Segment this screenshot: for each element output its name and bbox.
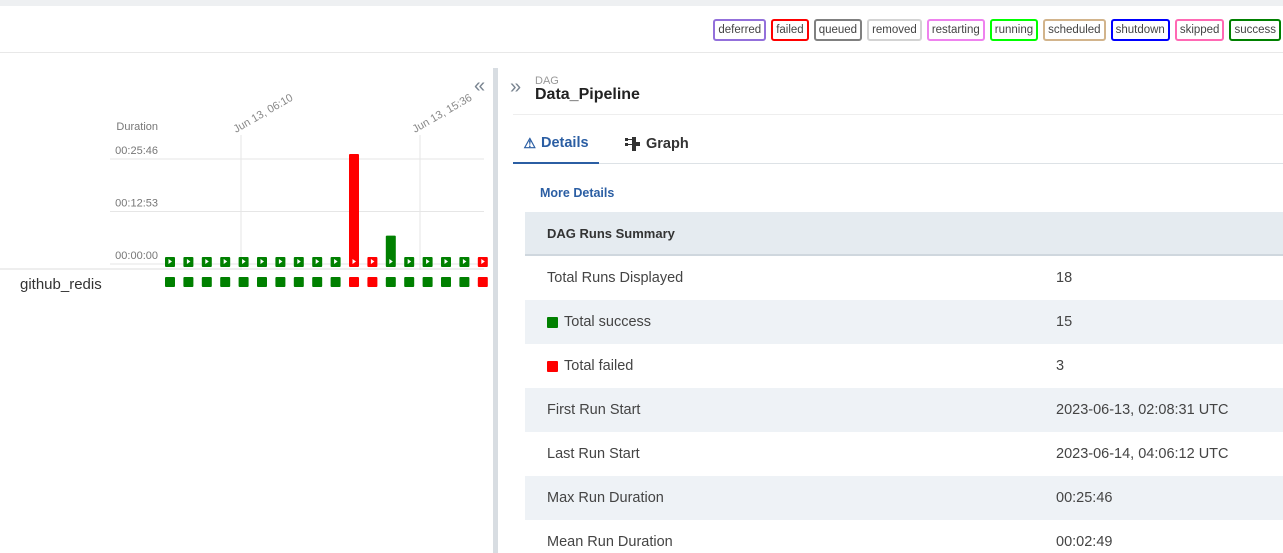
state-legend: deferred failed queued removed restarting run…: [713, 19, 1281, 41]
tab-bar: ⚠ Details Graph: [513, 128, 1283, 164]
legend-badge-success[interactable]: success: [1229, 19, 1281, 41]
summary-value: 15: [1056, 314, 1073, 330]
graph-icon: [625, 137, 641, 151]
summary-row-mean-run-duration: Mean Run Duration 00:02:49: [525, 520, 1283, 553]
task-instance-square[interactable]: [330, 277, 341, 287]
y-tick-label: 00:25:46: [115, 145, 158, 157]
summary-label: First Run Start: [547, 402, 641, 418]
failed-swatch-icon: [547, 360, 558, 372]
summary-row-total-runs: Total Runs Displayed 18: [525, 256, 1283, 300]
summary-value: 00:25:46: [1056, 490, 1113, 506]
legend-badge-restarting[interactable]: restarting: [926, 19, 985, 41]
expand-right-icon[interactable]: »: [510, 77, 521, 97]
tab-graph[interactable]: Graph: [625, 128, 689, 164]
task-instance-square[interactable]: [312, 277, 323, 287]
summary-row-total-failed: Total failed 3: [525, 344, 1283, 388]
date-label: Jun 13, 15:36: [411, 92, 475, 136]
summary-label: Mean Run Duration: [547, 534, 673, 550]
summary-value: 00:02:49: [1056, 534, 1113, 550]
legend-badge-deferred[interactable]: deferred: [713, 19, 767, 41]
summary-value: 2023-06-14, 04:06:12 UTC: [1056, 446, 1229, 462]
more-details-link[interactable]: More Details: [540, 186, 614, 200]
summary-label: Total success: [564, 314, 652, 330]
legend-badge-queued[interactable]: queued: [813, 19, 863, 41]
tab-graph-label: Graph: [646, 136, 689, 152]
summary-value: 2023-06-13, 02:08:31 UTC: [1056, 402, 1229, 418]
summary-value: 3: [1056, 358, 1065, 374]
warning-triangle-icon: ⚠: [523, 134, 536, 151]
summary-label: Max Run Duration: [547, 490, 664, 506]
duration-axis-label: Duration: [116, 121, 158, 133]
y-tick-label: 00:12:53: [115, 198, 158, 210]
summary-label: Total Runs Displayed: [547, 270, 684, 286]
dag-runs-summary-table: DAG Runs Summary Total Runs Displayed 18…: [525, 212, 1283, 553]
summary-value: 18: [1056, 270, 1073, 286]
task-instance-square[interactable]: [422, 277, 433, 287]
legend-badge-skipped[interactable]: skipped: [1174, 19, 1225, 41]
task-instance-square[interactable]: [441, 277, 451, 287]
task-instance-square[interactable]: [385, 277, 396, 287]
summary-row-total-success: Total success 15: [525, 300, 1283, 344]
task-instance-square[interactable]: [404, 277, 415, 287]
summary-row-last-run-start: Last Run Start 2023-06-14, 04:06:12 UTC: [525, 432, 1283, 476]
legend-badge-failed[interactable]: failed: [771, 19, 809, 41]
collapse-left-icon[interactable]: «: [474, 76, 485, 96]
task-instance-square[interactable]: [165, 277, 175, 287]
task-instance-square[interactable]: [459, 277, 470, 287]
legend-badge-running[interactable]: running: [989, 19, 1039, 41]
legend-badge-removed[interactable]: removed: [867, 19, 922, 41]
dag-run-bar[interactable]: [349, 154, 359, 267]
task-instance-square[interactable]: [349, 277, 359, 287]
y-tick-label: 00:00:00: [115, 250, 158, 262]
task-name-github-redis[interactable]: github_redis: [20, 276, 102, 293]
dag-title: Data_Pipeline: [535, 86, 640, 103]
legend-badge-scheduled[interactable]: scheduled: [1043, 19, 1106, 41]
task-instance-square[interactable]: [238, 277, 249, 287]
title-divider: [513, 114, 1283, 115]
summary-row-first-run-start: First Run Start 2023-06-13, 02:08:31 UTC: [525, 388, 1283, 432]
task-instance-square[interactable]: [367, 277, 378, 287]
summary-label: Last Run Start: [547, 446, 640, 462]
legend-badge-shutdown[interactable]: shutdown: [1110, 19, 1170, 41]
task-instance-square[interactable]: [257, 277, 267, 287]
task-instance-square[interactable]: [275, 277, 286, 287]
task-instance-square[interactable]: [477, 277, 488, 287]
task-instance-square[interactable]: [183, 277, 194, 287]
task-instance-square[interactable]: [220, 277, 231, 287]
task-instance-square[interactable]: [201, 277, 212, 287]
task-instance-square[interactable]: [293, 277, 304, 287]
tab-details[interactable]: ⚠ Details: [513, 128, 599, 164]
summary-label: Total failed: [564, 358, 634, 374]
tab-details-label: Details: [541, 135, 589, 151]
success-swatch-icon: [547, 316, 558, 328]
summary-row-max-run-duration: Max Run Duration 00:25:46: [525, 476, 1283, 520]
panel-resize-handle[interactable]: [493, 68, 498, 553]
date-label: Jun 13, 06:10: [232, 92, 296, 136]
summary-header: DAG Runs Summary: [525, 212, 1283, 256]
